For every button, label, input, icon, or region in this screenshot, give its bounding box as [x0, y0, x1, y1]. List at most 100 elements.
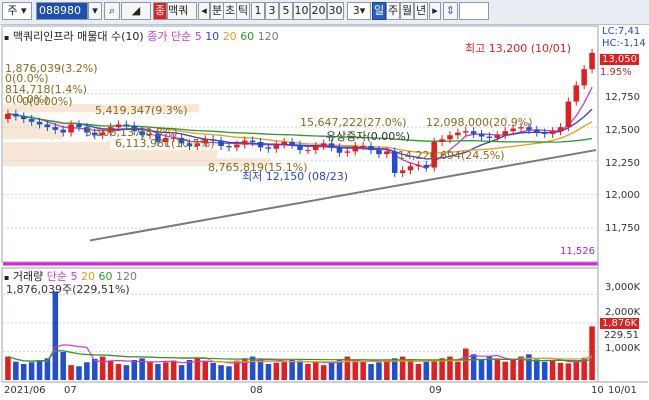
- chart-area[interactable]: [0, 24, 649, 400]
- candle-body: [462, 131, 469, 133]
- volume-bar: [147, 361, 153, 380]
- volume-bar: [589, 326, 595, 380]
- second-button[interactable]: 초: [223, 2, 237, 20]
- candle-body: [557, 127, 564, 132]
- candle-body: [241, 140, 248, 145]
- code-dropdown-button[interactable]: ▾: [88, 2, 102, 20]
- vp-label: 5,419,347(9.3%): [95, 104, 188, 117]
- candle-body: [407, 166, 414, 171]
- interval-20-button[interactable]: 20: [310, 2, 327, 20]
- hc-label: HC:-1,14: [602, 38, 646, 49]
- chart-type-button[interactable]: ◢: [121, 2, 151, 20]
- x-label: 2021/06: [4, 385, 46, 396]
- candle-body: [226, 146, 232, 148]
- minute-button[interactable]: 분: [210, 2, 224, 20]
- up-down-arrow-icon: ⇕: [445, 4, 456, 17]
- volume-bar: [52, 291, 59, 380]
- candle-body: [447, 135, 453, 140]
- volume-bar: [218, 365, 224, 380]
- volume-bar: [115, 364, 122, 380]
- stock-name-field: 맥쿼: [167, 2, 197, 20]
- volume-y-tick: 2,000K: [605, 307, 641, 318]
- interval-10-button[interactable]: 10: [293, 2, 310, 20]
- volume-bar: [313, 362, 319, 380]
- interval-3-button[interactable]: 3: [265, 2, 279, 20]
- candle-body: [549, 131, 556, 134]
- candle-body: [265, 147, 272, 149]
- volume-bar: [155, 364, 161, 380]
- volume-bar: [84, 362, 90, 380]
- candle-body: [352, 146, 359, 152]
- vp-label: 6,113,981(10.5%): [115, 137, 215, 150]
- collapse-icon[interactable]: ▪: [4, 33, 9, 42]
- volume-bar: [462, 348, 469, 380]
- ma-label: 종가 단순: [147, 30, 192, 43]
- volume-bar: [510, 360, 516, 380]
- volume-bar: [226, 366, 232, 380]
- candle-body: [218, 140, 224, 147]
- volume-bar: [565, 363, 572, 380]
- period-day-button[interactable]: 일: [372, 2, 386, 20]
- market-label: 주: [7, 4, 18, 17]
- volume-bar: [439, 358, 445, 380]
- volume-bar: [423, 361, 430, 380]
- interval-value-input[interactable]: 3▾: [347, 2, 371, 20]
- ma5-label: 5: [194, 30, 202, 43]
- chart-mode-badge[interactable]: 종: [153, 2, 167, 20]
- vp-label: 0(0.00%): [22, 95, 73, 108]
- candle-body: [384, 151, 390, 155]
- candle-body: [541, 132, 548, 134]
- last-volume-label: 1,876,039주(229,51%): [6, 283, 130, 296]
- volume-bar: [352, 360, 359, 380]
- vp-label: 15,647,222(27.0%): [300, 116, 407, 129]
- volume-bar: [13, 361, 19, 380]
- candle-body: [13, 113, 19, 117]
- candle-body: [5, 113, 11, 120]
- stock-code-input[interactable]: 088980: [36, 2, 88, 20]
- candle-body: [589, 52, 595, 70]
- candle-body: [60, 129, 66, 133]
- tick-button[interactable]: 틱: [236, 2, 250, 20]
- volume-bar: [265, 364, 272, 380]
- period-week-button[interactable]: 주: [386, 2, 400, 20]
- vp-label: 12,098,000(20.9%): [426, 116, 533, 129]
- rights-issue-label: 유상증자(0.00%): [326, 130, 411, 143]
- volume-profile-band: [3, 141, 111, 151]
- y-tick: 12,750: [605, 92, 640, 103]
- x-last-date: 10/01: [608, 385, 637, 396]
- left-arrow-icon: ◂: [201, 4, 207, 17]
- candle-body: [391, 151, 398, 173]
- candle-body: [281, 141, 287, 145]
- volume-bar: [384, 360, 390, 380]
- volume-bar: [202, 361, 209, 380]
- candle-body: [289, 141, 295, 145]
- interval-5-button[interactable]: 5: [279, 2, 293, 20]
- toolbar: 주 ▾ 088980 ▾ ⌕ ◢ 종 맥쿼 ◂ 분 초 틱 1 3 5 10 2…: [0, 0, 649, 25]
- search-button[interactable]: ⌕: [104, 2, 120, 20]
- chevron-down-icon: ▾: [359, 4, 366, 17]
- interval-30-button[interactable]: 30: [327, 2, 344, 20]
- volume-bar: [273, 362, 280, 380]
- period-month-button[interactable]: 월: [400, 2, 414, 20]
- volume-bar: [368, 364, 374, 380]
- volume-bar: [92, 358, 98, 380]
- volume-profile-band: [3, 150, 218, 159]
- candle-body: [423, 164, 430, 168]
- interval-1-button[interactable]: 1: [251, 2, 265, 20]
- count-input[interactable]: [459, 2, 489, 20]
- candle-body: [20, 116, 27, 120]
- candle-body: [486, 136, 493, 138]
- candle-body: [297, 144, 303, 151]
- period-year-button[interactable]: 년: [414, 2, 428, 20]
- candle-body: [455, 132, 461, 136]
- volume-badge-pct: 229.51: [604, 330, 639, 341]
- up-down-button[interactable]: ⇕: [443, 2, 458, 20]
- volume-y-tick: 1,000K: [605, 343, 641, 354]
- prev-arrow-button[interactable]: ◂: [198, 2, 210, 20]
- candle-body: [52, 127, 59, 130]
- volume-bar: [502, 361, 508, 380]
- candle-body: [478, 133, 485, 137]
- market-select[interactable]: 주 ▾: [2, 2, 32, 20]
- candle-body: [494, 135, 501, 138]
- next-arrow-button[interactable]: ▸: [429, 2, 441, 20]
